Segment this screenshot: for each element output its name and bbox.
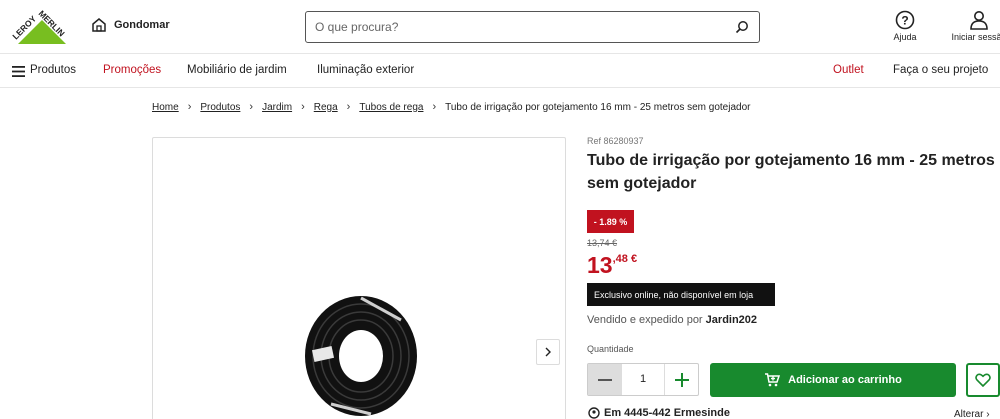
breadcrumb: Home › Produtos › Jardim › Rega › Tubos … [152, 101, 750, 113]
store-selector[interactable]: Gondomar [92, 18, 170, 32]
breadcrumb-hoses[interactable]: Tubos de rega [359, 102, 423, 113]
add-to-cart-label: Adicionar ao carrinho [788, 374, 902, 386]
price-integer: 13 [587, 252, 613, 278]
help-label: Ajuda [893, 32, 917, 42]
online-exclusive-badge: Exclusivo online, não disponível em loja [587, 283, 775, 306]
quantity-decrease-button[interactable] [588, 364, 622, 395]
nav-promotions[interactable]: Promoções [103, 64, 161, 76]
change-location-link[interactable]: Alterar › [954, 409, 990, 419]
store-icon [92, 18, 106, 32]
nav-outlet[interactable]: Outlet [833, 64, 864, 76]
location-text: Em 4445-442 Ermesinde [604, 407, 730, 419]
nav-diy-project[interactable]: Faça o seu projeto [893, 64, 988, 76]
old-price: 13,74 € [587, 238, 618, 248]
location-pin-icon [588, 407, 600, 419]
site-header: LEROY MERLIN Gondomar ? Ajuda Iniciar se… [0, 0, 1000, 54]
cart-icon [765, 373, 781, 387]
leroy-merlin-logo[interactable]: LEROY MERLIN [10, 6, 70, 46]
search-bar[interactable] [305, 11, 760, 43]
help-icon: ? [895, 10, 915, 30]
chevron-right-icon: › [986, 409, 990, 419]
breadcrumb-irrigation[interactable]: Rega [314, 102, 338, 113]
chevron-right-icon: › [432, 101, 437, 113]
chevron-right-icon: › [346, 101, 351, 113]
change-location-label: Alterar [954, 409, 984, 419]
nav-outdoor-lighting[interactable]: Iluminação exterior [317, 64, 414, 76]
breadcrumb-products[interactable]: Produtos [200, 102, 240, 113]
breadcrumb-garden[interactable]: Jardim [262, 102, 292, 113]
user-icon [970, 11, 988, 30]
chevron-right-icon: › [249, 101, 254, 113]
product-image[interactable] [301, 286, 421, 416]
product-image-gallery [152, 137, 566, 419]
login-button[interactable]: Iniciar sessão [944, 10, 1000, 42]
breadcrumb-home[interactable]: Home [152, 102, 179, 113]
breadcrumb-current: Tubo de irrigação por gotejamento 16 mm … [445, 101, 751, 113]
chevron-right-icon [545, 347, 551, 357]
menu-icon[interactable] [12, 66, 25, 77]
seller-info: Vendido e expedido por Jardin202 [587, 314, 757, 326]
nav-garden-furniture[interactable]: Mobiliário de jardim [187, 64, 287, 76]
svg-text:?: ? [901, 14, 908, 28]
nav-products[interactable]: Produtos [30, 64, 76, 76]
seller-prefix: Vendido e expedido por [587, 314, 703, 326]
quantity-stepper: 1 [587, 363, 699, 396]
seller-name[interactable]: Jardin202 [706, 314, 757, 326]
help-button[interactable]: ? Ajuda [885, 10, 925, 42]
product-ref: Ref 86280937 [587, 136, 644, 146]
minus-icon [598, 378, 612, 381]
main-nav: Produtos Promoções Mobiliário de jardim … [0, 54, 1000, 88]
chevron-right-icon: › [187, 101, 192, 113]
store-name: Gondomar [114, 19, 170, 31]
login-label: Iniciar sessão [951, 32, 1000, 42]
wishlist-button[interactable] [966, 363, 1000, 397]
quantity-input[interactable]: 1 [622, 364, 664, 395]
price-decimal: ,48 € [612, 253, 638, 265]
gallery-next-button[interactable] [536, 339, 560, 365]
heart-icon [975, 373, 991, 387]
search-input[interactable] [306, 12, 726, 42]
product-title: Tubo de irrigação por gotejamento 16 mm … [587, 152, 995, 192]
plus-icon [674, 372, 689, 387]
search-icon[interactable] [735, 20, 749, 34]
discount-badge: - 1.89 % [587, 210, 634, 233]
chevron-right-icon: › [301, 101, 305, 113]
add-to-cart-button[interactable]: Adicionar ao carrinho [710, 363, 956, 397]
delivery-location: Em 4445-442 Ermesinde [588, 407, 730, 419]
quantity-label: Quantidade [587, 344, 634, 354]
quantity-increase-button[interactable] [664, 364, 698, 395]
current-price: 13,48 € [587, 252, 637, 279]
